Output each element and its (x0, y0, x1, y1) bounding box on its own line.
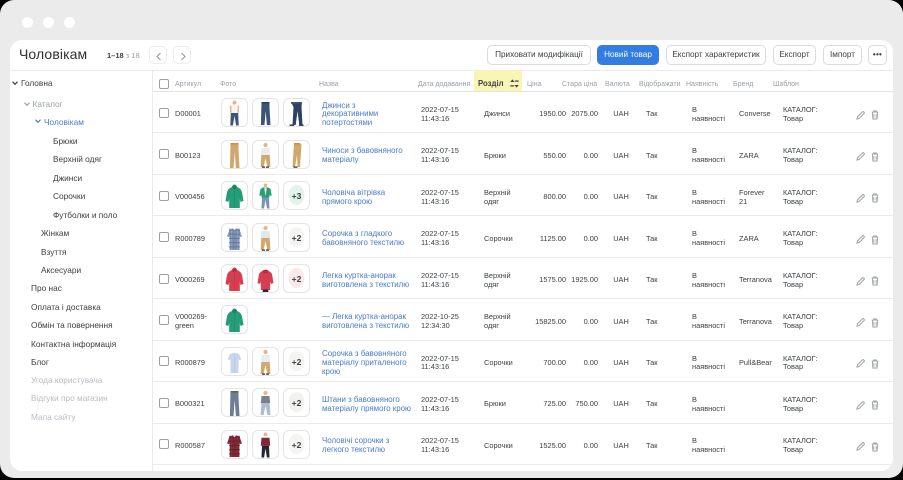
svg-text:+2: +2 (292, 233, 302, 243)
svg-text:+2: +2 (292, 440, 302, 450)
svg-text:+2: +2 (292, 274, 302, 284)
svg-text:+3: +3 (292, 191, 302, 201)
svg-text:+2: +2 (292, 398, 302, 408)
svg-text:+2: +2 (292, 357, 302, 367)
